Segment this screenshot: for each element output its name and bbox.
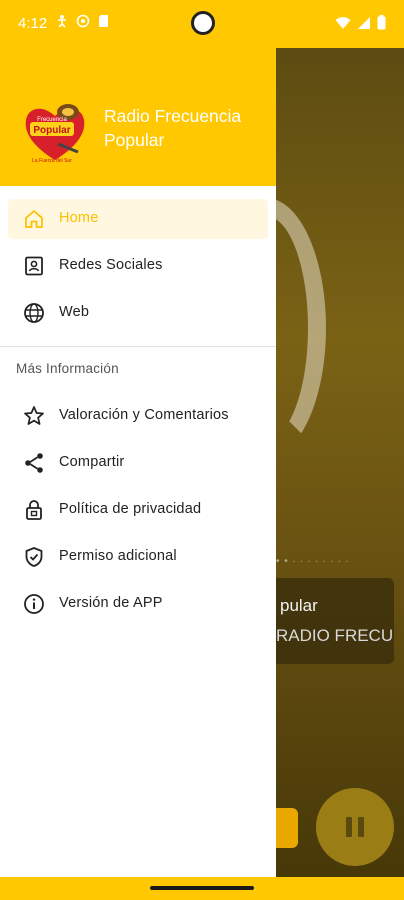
drawer-app-name: Radio Frecuencia Popular	[104, 106, 242, 150]
menu-item-label: Compartir	[59, 454, 125, 470]
pause-button[interactable]	[316, 788, 394, 866]
menu-item-redes-sociales[interactable]: Redes Sociales	[8, 246, 268, 286]
navigation-drawer: Frecuencia Popular La Fuerza del Sur Rad…	[0, 48, 276, 877]
menu-item-politica-privacidad[interactable]: Política de privacidad	[8, 490, 268, 530]
section-title-mas-informacion: Más Información	[16, 361, 119, 376]
camera-cutout	[191, 11, 215, 35]
gesture-handle[interactable]	[150, 886, 254, 890]
star-icon	[24, 406, 44, 425]
shield-check-icon	[25, 547, 43, 567]
app-logo: Frecuencia Popular La Fuerza del Sur	[25, 104, 85, 164]
menu-item-label: Política de privacidad	[59, 501, 202, 517]
settings-sync-icon	[76, 14, 90, 28]
sd-card-icon	[99, 15, 108, 27]
background-visualizer: • • ∙ ∙ ∙ ∙ ∙ ∙ ∙ ∙	[276, 556, 350, 567]
menu-item-label: Home	[59, 210, 99, 226]
menu-item-version-app[interactable]: Versión de APP	[8, 584, 268, 624]
status-time: 4:12	[18, 15, 48, 32]
menu-item-label: Permiso adicional	[59, 548, 177, 564]
now-playing-card	[276, 578, 394, 664]
logo-tagline: La Fuerza del Sur	[32, 158, 72, 164]
background-player-screen[interactable]: • • ∙ ∙ ∙ ∙ ∙ ∙ ∙ ∙ pular RADIO FRECU	[276, 48, 404, 877]
logo-main-text: Popular	[33, 125, 70, 136]
drawer-divider	[0, 346, 276, 347]
menu-item-label: Versión de APP	[59, 595, 163, 611]
background-disc-graphic	[276, 198, 326, 458]
drawer-header: Frecuencia Popular La Fuerza del Sur Rad…	[0, 48, 276, 186]
lock-icon	[26, 500, 42, 520]
background-logo-fragment	[276, 808, 298, 848]
logo-top-text: Frecuencia	[37, 117, 67, 123]
home-icon	[25, 210, 43, 228]
menu-item-valoracion[interactable]: Valoración y Comentarios	[8, 396, 268, 436]
share-icon	[25, 453, 43, 473]
now-playing-subtitle: RADIO FRECU	[276, 626, 394, 645]
menu-item-label: Web	[59, 304, 90, 320]
system-nav-bar	[0, 877, 404, 900]
info-icon	[24, 594, 44, 614]
menu-item-label: Valoración y Comentarios	[59, 407, 229, 423]
now-playing-title: pular	[280, 596, 318, 615]
status-system-icons	[335, 15, 386, 30]
menu-item-web[interactable]: Web	[8, 293, 268, 333]
menu-item-compartir[interactable]: Compartir	[8, 443, 268, 483]
status-notification-icons	[56, 14, 109, 28]
menu-item-home[interactable]: Home	[8, 199, 268, 239]
status-bar: 4:12	[0, 0, 404, 48]
menu-item-permiso-adicional[interactable]: Permiso adicional	[8, 537, 268, 577]
wifi-icon	[335, 16, 351, 29]
battery-icon	[377, 15, 386, 30]
signal-icon	[358, 16, 370, 29]
menu-item-label: Redes Sociales	[59, 257, 163, 273]
contact-card-icon	[25, 256, 43, 276]
globe-icon	[24, 303, 44, 323]
accessibility-icon	[58, 15, 66, 28]
